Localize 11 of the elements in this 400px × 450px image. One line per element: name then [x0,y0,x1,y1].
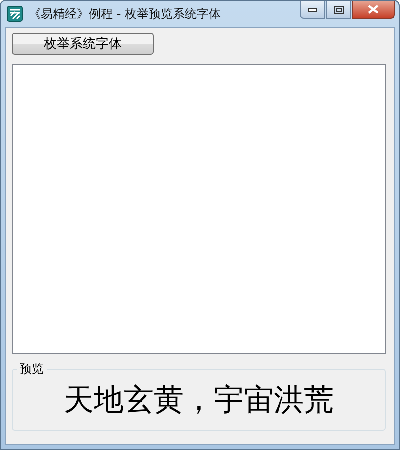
close-button[interactable] [352,1,395,19]
maximize-icon [334,6,344,14]
close-icon [368,5,379,14]
minimize-button[interactable] [300,1,325,19]
minimize-icon [308,8,317,12]
app-icon [7,6,23,22]
window-title: 《易精经》例程 - 枚举预览系统字体 [29,6,222,22]
maximize-button[interactable] [326,1,351,19]
preview-text: 天地玄黄，宇宙洪荒 [64,382,334,418]
enumerate-fonts-button[interactable]: 枚举系统字体 [12,33,154,55]
group-label: 预览 [17,361,47,378]
